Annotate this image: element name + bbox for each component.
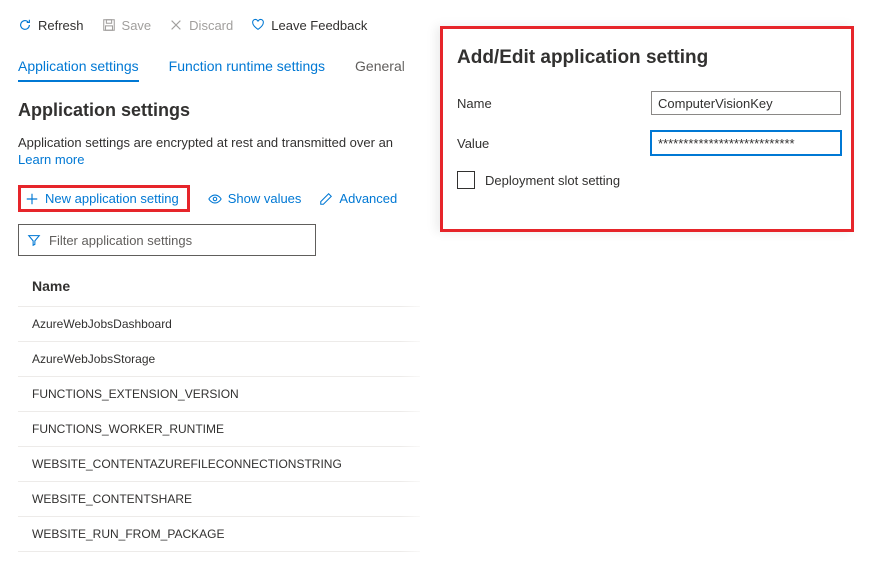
- learn-more-link[interactable]: Learn more: [18, 152, 84, 167]
- discard-label: Discard: [189, 18, 233, 33]
- section-description: Application settings are encrypted at re…: [18, 135, 420, 150]
- name-label: Name: [457, 96, 651, 111]
- save-icon: [102, 18, 116, 32]
- save-label: Save: [122, 18, 152, 33]
- value-label: Value: [457, 136, 651, 151]
- close-icon: [169, 18, 183, 32]
- advanced-label: Advanced: [339, 191, 397, 206]
- table-header-name: Name: [18, 274, 420, 307]
- slot-setting-row: Deployment slot setting: [457, 171, 841, 189]
- table-row[interactable]: AzureWebJobsStorage: [18, 342, 420, 377]
- refresh-icon: [18, 18, 32, 32]
- show-values-label: Show values: [228, 191, 302, 206]
- save-button[interactable]: Save: [102, 18, 152, 33]
- plus-icon: [25, 192, 39, 206]
- main-content: Refresh Save Discard Leave Feedback Appl…: [0, 0, 420, 552]
- filter-icon: [27, 233, 41, 247]
- table-row[interactable]: AzureWebJobsDashboard: [18, 307, 420, 342]
- discard-button[interactable]: Discard: [169, 18, 233, 33]
- pencil-icon: [319, 192, 333, 206]
- advanced-edit-button[interactable]: Advanced: [319, 191, 397, 206]
- heart-icon: [251, 18, 265, 32]
- tab-general[interactable]: General: [355, 58, 405, 82]
- table-row[interactable]: WEBSITE_RUN_FROM_PACKAGE: [18, 517, 420, 552]
- slot-checkbox[interactable]: [457, 171, 475, 189]
- new-setting-button[interactable]: New application setting: [25, 191, 179, 206]
- refresh-button[interactable]: Refresh: [18, 18, 84, 33]
- name-input[interactable]: [651, 91, 841, 115]
- filter-input-wrapper[interactable]: [18, 224, 316, 256]
- new-setting-label: New application setting: [45, 191, 179, 206]
- tab-function-runtime[interactable]: Function runtime settings: [169, 58, 325, 82]
- command-bar: Refresh Save Discard Leave Feedback: [18, 8, 420, 42]
- table-row[interactable]: WEBSITE_CONTENTSHARE: [18, 482, 420, 517]
- filter-input[interactable]: [49, 233, 307, 248]
- table-row[interactable]: FUNCTIONS_EXTENSION_VERSION: [18, 377, 420, 412]
- section-title: Application settings: [18, 100, 420, 121]
- eye-icon: [208, 192, 222, 206]
- new-setting-highlight: New application setting: [18, 185, 190, 212]
- table-row[interactable]: FUNCTIONS_WORKER_RUNTIME: [18, 412, 420, 447]
- name-field-row: Name: [457, 91, 841, 115]
- tab-application-settings[interactable]: Application settings: [18, 58, 139, 82]
- refresh-label: Refresh: [38, 18, 84, 33]
- settings-table: Name AzureWebJobsDashboardAzureWebJobsSt…: [18, 274, 420, 552]
- show-values-button[interactable]: Show values: [208, 191, 302, 206]
- value-input[interactable]: [651, 131, 841, 155]
- panel-title: Add/Edit application setting: [457, 47, 841, 69]
- value-field-row: Value: [457, 131, 841, 155]
- add-edit-panel: Add/Edit application setting Name Value …: [440, 26, 854, 232]
- tab-bar: Application settings Function runtime se…: [18, 58, 420, 82]
- feedback-label: Leave Feedback: [271, 18, 367, 33]
- feedback-button[interactable]: Leave Feedback: [251, 18, 367, 33]
- slot-label: Deployment slot setting: [485, 173, 620, 188]
- actions-row: New application setting Show values Adva…: [18, 185, 420, 212]
- table-row[interactable]: WEBSITE_CONTENTAZUREFILECONNECTIONSTRING: [18, 447, 420, 482]
